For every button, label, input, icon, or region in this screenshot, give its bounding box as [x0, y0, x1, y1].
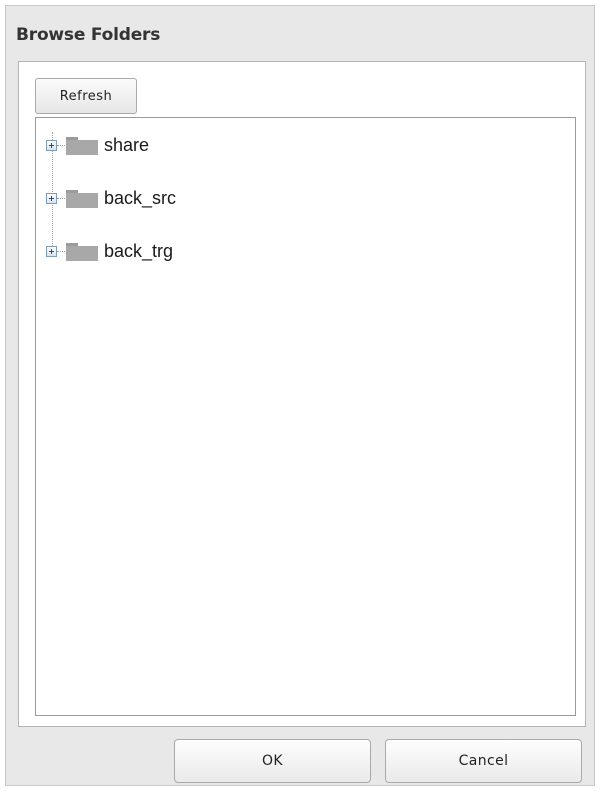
folder-icon [66, 243, 98, 261]
expand-icon[interactable] [46, 193, 57, 204]
cancel-button[interactable]: Cancel [385, 739, 582, 783]
tree-branch-line [57, 198, 65, 199]
browse-folders-dialog: Browse Folders Refresh share back_src ba… [5, 5, 595, 786]
tree-node-back-src[interactable]: back_src [46, 187, 346, 211]
tree-node-label[interactable]: share [104, 135, 149, 156]
tree-branch-line [57, 251, 65, 252]
tree-node-share[interactable]: share [46, 134, 346, 158]
folder-icon [66, 190, 98, 208]
folder-icon [66, 137, 98, 155]
tree-node-label[interactable]: back_src [104, 188, 176, 209]
ok-button[interactable]: OK [174, 739, 371, 783]
folder-tree[interactable]: share back_src back_trg [35, 117, 576, 716]
tree-branch-line [57, 145, 65, 146]
dialog-title: Browse Folders [16, 25, 161, 45]
tree-node-back-trg[interactable]: back_trg [46, 240, 346, 264]
expand-icon[interactable] [46, 140, 57, 151]
expand-icon[interactable] [46, 246, 57, 257]
tree-node-label[interactable]: back_trg [104, 241, 173, 262]
refresh-button[interactable]: Refresh [35, 78, 137, 114]
content-panel: Refresh share back_src back_trg [18, 61, 586, 727]
